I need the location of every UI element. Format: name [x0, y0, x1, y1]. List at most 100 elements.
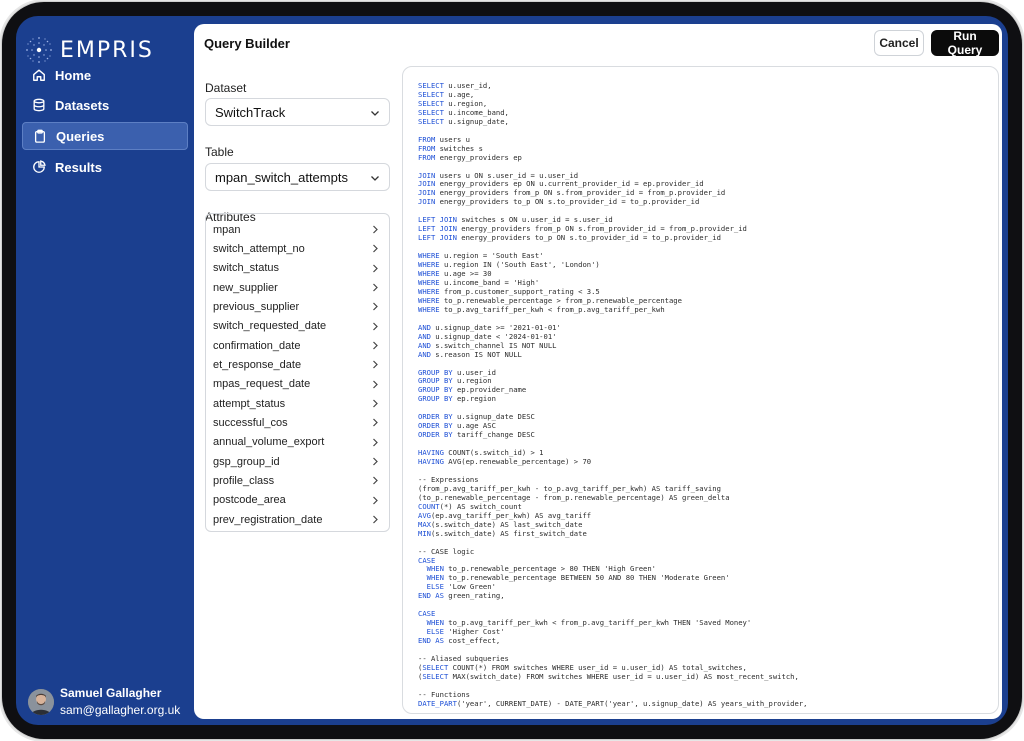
clipboard-icon — [34, 129, 46, 143]
code-line: SELECT u.region, — [418, 98, 488, 108]
code-line: -- Expressions — [418, 474, 479, 484]
sql-keyword: HAVING — [418, 448, 444, 458]
sql-keyword: ORDER BY — [418, 412, 453, 422]
attribute-item[interactable]: mpan — [206, 220, 389, 239]
attribute-item[interactable]: gsp_group_id — [206, 452, 389, 471]
attribute-item[interactable]: previous_supplier — [206, 297, 389, 316]
code-line: SELECT u.income_band, — [418, 107, 509, 117]
code-line: MIN(s.switch_date) AS first_switch_date — [418, 528, 587, 538]
chevron-right-icon — [373, 438, 378, 447]
sidebar-item-home[interactable]: Home — [22, 62, 188, 88]
sidebar-item-label: Home — [55, 67, 92, 83]
sql-keyword: HAVING — [418, 457, 444, 467]
table-label: Table — [205, 145, 234, 159]
chevron-right-icon — [373, 302, 378, 311]
attribute-item[interactable]: mpas_request_date — [206, 375, 389, 394]
code-line: (SELECT COUNT(*) FROM switches WHERE use… — [418, 662, 747, 672]
attribute-item[interactable]: successful_cos — [206, 413, 389, 432]
attribute-item[interactable]: annual_volume_export — [206, 433, 389, 452]
sql-keyword: AND — [418, 322, 431, 332]
sidebar-nav: Home Datasets Queries Results — [22, 62, 188, 184]
attribute-label: confirmation_date — [213, 339, 301, 352]
attribute-item[interactable]: switch_requested_date — [206, 317, 389, 336]
sql-editor[interactable]: SELECT u.user_id, SELECT u.age, SELECT u… — [402, 66, 999, 714]
code-line: -- Aliased subqueries — [418, 654, 509, 663]
database-icon — [33, 98, 45, 112]
code-line: CASE — [418, 556, 435, 565]
code-line: WHERE u.region IN ('South East', 'London… — [418, 260, 600, 270]
code-line: END AS green_rating, — [418, 591, 505, 601]
attribute-label: previous_supplier — [213, 301, 300, 314]
attribute-item[interactable]: profile_class — [206, 471, 389, 490]
sql-keyword: SELECT — [422, 671, 449, 681]
code-line: FROM users u — [418, 134, 470, 144]
code-line: (SELECT MAX(switch_date) FROM switches W… — [418, 671, 799, 681]
sql-keyword: SELECT — [422, 662, 449, 672]
sidebar-item-queries[interactable]: Queries — [22, 122, 188, 150]
user-profile[interactable]: Samuel Gallagher sam@gallagher.org.uk — [28, 686, 180, 717]
sql-keyword: WHERE — [418, 269, 440, 279]
code-line: WHERE from_p.customer_support_rating < 3… — [418, 286, 600, 296]
code-line: COUNT(*) AS switch_count — [418, 501, 522, 511]
sql-keyword: LEFT JOIN — [418, 233, 457, 243]
sidebar: EMPRIS Home Datasets Queries Results Sam… — [16, 16, 194, 725]
sql-keyword: CASE — [418, 555, 436, 565]
sql-keyword: DATE_PART — [418, 698, 457, 708]
table-select[interactable]: mpan_switch_attempts — [205, 163, 390, 191]
attribute-item[interactable]: new_supplier — [206, 278, 389, 297]
dataset-value: SwitchTrack — [215, 104, 286, 120]
code-line: ORDER BY tariff_change DESC — [418, 430, 535, 440]
attribute-item[interactable]: prev_registration_date — [206, 510, 389, 529]
avatar — [28, 688, 54, 715]
sql-keyword: JOIN — [418, 197, 436, 207]
code-line: END AS cost_effect, — [418, 636, 501, 646]
chevron-right-icon — [373, 322, 378, 331]
sql-keyword: MIN — [418, 528, 431, 538]
chevron-right-icon — [373, 496, 378, 505]
chevron-down-icon — [371, 176, 379, 181]
attribute-item[interactable]: switch_attempt_no — [206, 239, 389, 258]
sql-keyword: SELECT — [418, 98, 444, 108]
code-line: WHEN to_p.avg_tariff_per_kwh < from_p.av… — [426, 618, 752, 628]
sql-keyword: LEFT JOIN — [418, 224, 457, 234]
chevron-right-icon — [373, 341, 378, 350]
sql-keyword: WHERE — [418, 304, 440, 314]
attribute-item[interactable]: confirmation_date — [206, 336, 389, 355]
chevron-right-icon — [373, 399, 378, 408]
sql-keyword: AND — [418, 340, 431, 350]
chevron-right-icon — [373, 477, 378, 485]
attribute-label: profile_class — [213, 475, 275, 488]
code-line: HAVING AVG(ep.renewable_percentage) > 70 — [418, 457, 592, 467]
code-line: -- CASE logic — [418, 546, 475, 556]
cancel-button[interactable]: Cancel — [874, 30, 924, 56]
code-line: WHERE to_p.avg_tariff_per_kwh < from_p.a… — [418, 304, 665, 314]
sql-keyword: GROUP BY — [418, 385, 453, 395]
code-line: WHEN to_p.renewable_percentage BETWEEN 5… — [426, 573, 730, 583]
sql-keyword: MAX — [418, 519, 431, 529]
attribute-item[interactable]: et_response_date — [206, 355, 389, 374]
sql-keyword: FROM — [418, 143, 436, 153]
code-line: WHERE u.age >= 30 — [418, 269, 492, 279]
attribute-item[interactable]: postcode_area — [206, 491, 389, 510]
query-builder-panel: Query Builder Cancel Run Query Dataset S… — [194, 24, 1002, 719]
sql-code[interactable]: SELECT u.user_id, SELECT u.age, SELECT u… — [418, 81, 807, 709]
sql-keyword: JOIN — [418, 170, 436, 180]
sql-keyword: WHERE — [418, 277, 440, 287]
code-line: FROM switches s — [418, 143, 483, 153]
sidebar-item-label: Results — [55, 159, 102, 175]
code-line: JOIN energy_providers ep ON u.current_pr… — [418, 179, 704, 189]
code-line: -- Functions — [418, 689, 470, 699]
dataset-select[interactable]: SwitchTrack — [205, 98, 390, 126]
run-query-button[interactable]: Run Query — [931, 29, 999, 57]
attribute-item[interactable]: switch_status — [206, 259, 389, 278]
code-line: CASE — [418, 609, 435, 618]
attribute-label: annual_volume_export — [213, 436, 325, 449]
chevron-right-icon — [373, 457, 378, 466]
chevron-right-icon — [373, 380, 378, 389]
sidebar-item-results[interactable]: Results — [22, 154, 188, 180]
code-line: GROUP BY ep.provider_name — [418, 385, 527, 395]
sidebar-item-datasets[interactable]: Datasets — [22, 92, 188, 118]
app-screen: EMPRIS Home Datasets Queries Results Sam… — [16, 16, 1008, 725]
sql-keyword: COUNT — [418, 501, 440, 511]
attribute-item[interactable]: attempt_status — [206, 394, 389, 413]
